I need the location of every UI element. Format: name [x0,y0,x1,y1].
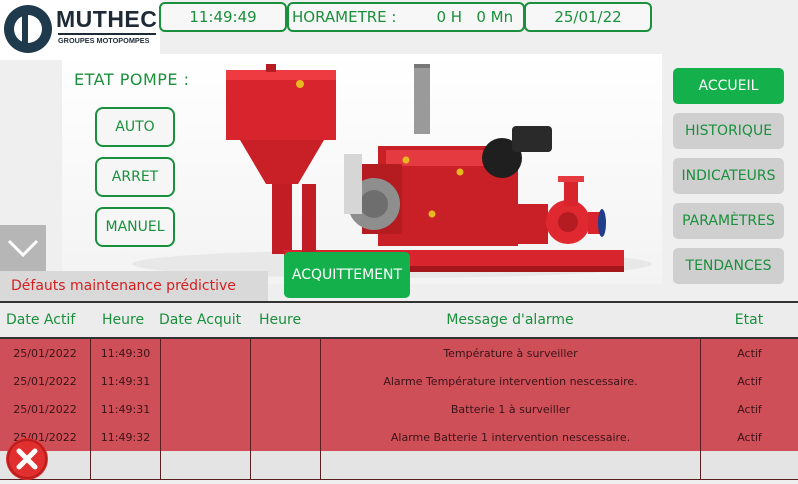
cell-message: Alarme Batterie 1 intervention nescessai… [320,423,700,451]
logo-name: MUTHEC [56,6,158,32]
alarm-table-header: Date Actif Heure Date Acquit Heure Messa… [0,303,798,339]
cell-message: Alarme Température intervention nescessa… [320,367,700,395]
clock-value: 11:49:49 [189,8,257,26]
horametre-display: HORAMETRE : 0 H 0 Mn [287,2,525,32]
cell-message: Température à surveiller [320,339,700,367]
column-header-date-actif[interactable]: Date Actif [6,303,75,337]
company-logo: MUTHEC GROUPES MOTOPOMPES [0,0,160,60]
chevron-down-icon [7,239,39,258]
cell-date-acquit [160,367,250,395]
cell-date-acquit [160,339,250,367]
cell-etat: Actif [700,339,798,367]
etat-pompe-title: ETAT POMPE : [74,70,190,89]
cell-heure-actif: 11:49:31 [90,395,160,423]
close-icon [7,439,47,479]
nav-parametres-button[interactable]: PARAMÈTRES [673,203,784,239]
table-row[interactable]: 25/01/2022 11:49:32 Alarme Batterie 1 inte… [0,423,798,452]
mode-manuel-button[interactable]: MANUEL [95,207,175,247]
collapse-panel-button[interactable] [0,225,46,271]
logo-subtitle: GROUPES MOTOPOMPES [58,36,150,45]
column-header-date-acquit[interactable]: Date Acquit [159,303,241,337]
cell-etat: Actif [700,395,798,423]
logo-mark [4,5,52,53]
cell-date-actif: 25/01/2022 [13,402,77,416]
cell-heure-acquit [250,451,320,479]
cell-heure-actif [90,451,160,479]
nav-indicateurs-button[interactable]: INDICATEURS [673,158,784,194]
nav-accueil-button[interactable]: ACCUEIL [673,68,784,104]
cell-message: Batterie 1 à surveiller [320,395,700,423]
cell-heure-acquit [250,367,320,395]
cell-date-acquit [160,395,250,423]
column-header-heure-acquit[interactable]: Heure [259,303,301,337]
cell-date-actif: 25/01/2022 [13,346,77,360]
cell-heure-actif: 11:49:31 [90,367,160,395]
defauts-section-title: Défauts maintenance prédictive [0,271,268,301]
column-header-etat[interactable]: Etat [700,303,798,337]
mode-auto-button[interactable]: AUTO [95,107,175,147]
column-header-message[interactable]: Message d'alarme [320,303,700,337]
horametre-label: HORAMETRE : [292,8,397,26]
cell-etat: Actif [700,423,798,451]
date-display: 25/01/22 [524,2,652,32]
cell-heure-acquit [250,395,320,423]
cell-date-acquit [160,451,250,479]
cell-heure-actif: 11:49:30 [90,339,160,367]
close-button[interactable] [6,438,48,480]
date-value: 25/01/22 [554,8,622,26]
cell-date-acquit [160,423,250,451]
nav-historique-button[interactable]: HISTORIQUE [673,113,784,149]
clock-display: 11:49:49 [159,2,287,32]
horametre-value: 0 H 0 Mn [436,8,514,26]
cell-etat [700,451,798,479]
nav-tendances-button[interactable]: TENDANCES [673,248,784,284]
cell-heure-acquit [250,423,320,451]
table-row-empty[interactable] [0,451,798,480]
cell-etat: Actif [700,367,798,395]
cell-heure-acquit [250,339,320,367]
cell-date-actif: 25/01/2022 [13,374,77,388]
column-header-heure-actif[interactable]: Heure [102,303,144,337]
cell-message [320,451,700,479]
acquittement-button[interactable]: ACQUITTEMENT [284,252,410,298]
table-row[interactable]: 25/01/2022 11:49:31 Alarme Température int… [0,367,798,396]
table-row[interactable]: 25/01/2022 11:49:31 Batterie 1 à surveille… [0,395,798,424]
table-row[interactable]: 25/01/2022 11:49:30 Température à surveill… [0,339,798,368]
mode-arret-button[interactable]: ARRET [95,157,175,197]
cell-heure-actif: 11:49:32 [90,423,160,451]
alarm-table: Date Actif Heure Date Acquit Heure Messa… [0,301,798,480]
